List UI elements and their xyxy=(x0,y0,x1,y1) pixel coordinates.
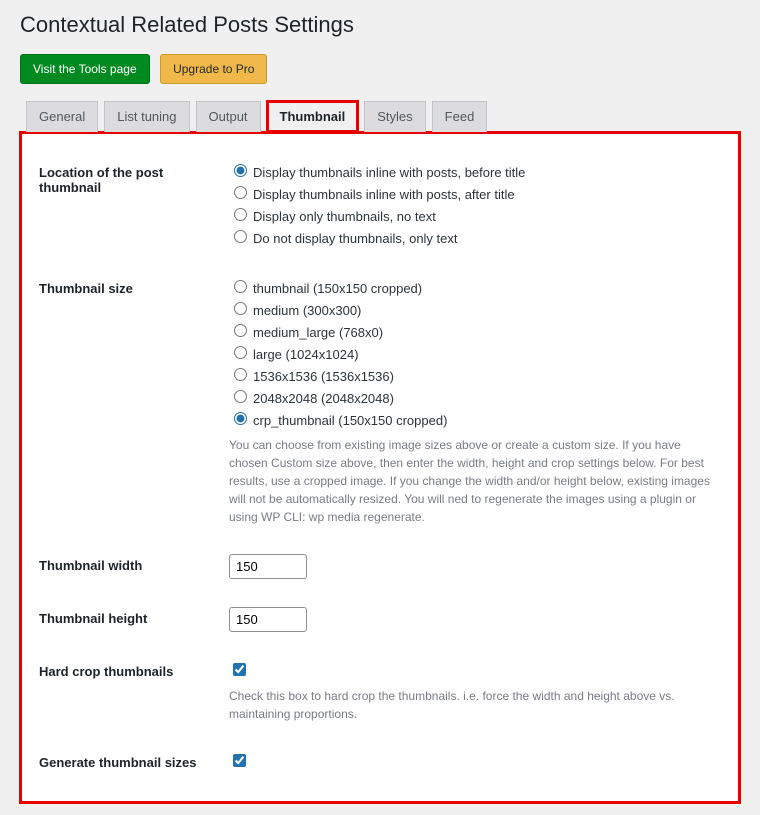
gen-label: Generate thumbnail sizes xyxy=(39,737,229,788)
size-opt-6[interactable]: crp_thumbnail (150x150 cropped) xyxy=(229,409,721,428)
size-opt-0[interactable]: thumbnail (150x150 cropped) xyxy=(229,277,721,296)
tab-general[interactable]: General xyxy=(26,101,98,132)
size-options: thumbnail (150x150 cropped) medium (300x… xyxy=(229,263,721,540)
height-label: Thumbnail height xyxy=(39,593,229,646)
crop-label: Hard crop thumbnails xyxy=(39,646,229,737)
loc-opt-1[interactable]: Display thumbnails inline with posts, af… xyxy=(229,183,721,202)
gen-checkbox[interactable] xyxy=(233,754,246,767)
size-opt-5[interactable]: 2048x2048 (2048x2048) xyxy=(229,387,721,406)
loc-opt-0[interactable]: Display thumbnails inline with posts, be… xyxy=(229,161,721,180)
tab-output[interactable]: Output xyxy=(196,101,261,132)
upgrade-button[interactable]: Upgrade to Pro xyxy=(160,54,267,84)
location-label: Location of the post thumbnail xyxy=(39,147,229,263)
size-opt-1[interactable]: medium (300x300) xyxy=(229,299,721,318)
loc-opt-3[interactable]: Do not display thumbnails, only text xyxy=(229,227,721,246)
size-desc: You can choose from existing image sizes… xyxy=(229,436,721,526)
tools-button[interactable]: Visit the Tools page xyxy=(20,54,150,84)
crop-desc: Check this box to hard crop the thumbnai… xyxy=(229,687,721,723)
tab-styles[interactable]: Styles xyxy=(364,101,425,132)
size-label: Thumbnail size xyxy=(39,263,229,540)
size-opt-3[interactable]: large (1024x1024) xyxy=(229,343,721,362)
height-input[interactable] xyxy=(229,607,307,632)
loc-opt-2[interactable]: Display only thumbnails, no text xyxy=(229,205,721,224)
size-opt-2[interactable]: medium_large (768x0) xyxy=(229,321,721,340)
width-input[interactable] xyxy=(229,554,307,579)
crop-checkbox[interactable] xyxy=(233,663,246,676)
tab-list-tuning[interactable]: List tuning xyxy=(104,101,189,132)
tab-thumbnail[interactable]: Thumbnail xyxy=(267,101,359,132)
thumbnail-settings-panel: Location of the post thumbnail Display t… xyxy=(20,132,740,803)
page-title: Contextual Related Posts Settings xyxy=(20,12,740,38)
location-options: Display thumbnails inline with posts, be… xyxy=(229,147,721,263)
tab-feed[interactable]: Feed xyxy=(432,101,488,132)
button-row: Visit the Tools page Upgrade to Pro xyxy=(20,54,740,84)
tab-strip: General List tuning Output Thumbnail Sty… xyxy=(20,100,740,132)
size-opt-4[interactable]: 1536x1536 (1536x1536) xyxy=(229,365,721,384)
